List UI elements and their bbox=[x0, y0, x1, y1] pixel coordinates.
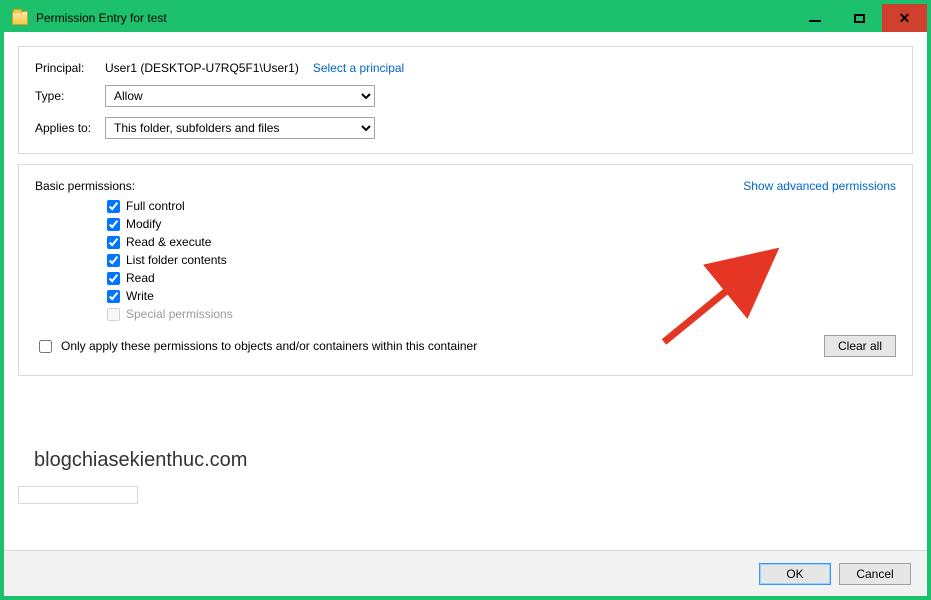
dialog-footer: OK Cancel bbox=[4, 550, 927, 596]
type-label: Type: bbox=[35, 89, 105, 103]
titlebar[interactable]: Permission Entry for test ✕ bbox=[4, 4, 927, 32]
permission-item[interactable]: List folder contents bbox=[107, 253, 896, 267]
permission-checkbox[interactable] bbox=[107, 236, 120, 249]
permission-checkbox[interactable] bbox=[107, 200, 120, 213]
applies-to-combo[interactable]: This folder, subfolders and files bbox=[105, 117, 375, 139]
window-title: Permission Entry for test bbox=[36, 11, 792, 25]
close-button[interactable]: ✕ bbox=[882, 4, 927, 32]
type-combo[interactable]: Allow bbox=[105, 85, 375, 107]
permission-item[interactable]: Write bbox=[107, 289, 896, 303]
permission-item[interactable]: Read & execute bbox=[107, 235, 896, 249]
permission-item[interactable]: Full control bbox=[107, 199, 896, 213]
permission-label: Full control bbox=[126, 199, 185, 213]
principal-panel: Principal: User1 (DESKTOP-U7RQ5F1\User1)… bbox=[18, 46, 913, 154]
minimize-button[interactable] bbox=[792, 4, 837, 32]
watermark-text: blogchiasekienthuc.com bbox=[34, 449, 247, 472]
window-controls: ✕ bbox=[792, 4, 927, 32]
permission-checkbox bbox=[107, 308, 120, 321]
permission-checkbox[interactable] bbox=[107, 218, 120, 231]
permission-entry-window: Permission Entry for test ✕ Principal: U… bbox=[0, 0, 931, 600]
permission-checkbox[interactable] bbox=[107, 290, 120, 303]
client-area: Principal: User1 (DESKTOP-U7RQ5F1\User1)… bbox=[4, 32, 927, 550]
folder-icon bbox=[12, 11, 28, 25]
principal-label: Principal: bbox=[35, 61, 105, 75]
permissions-list: Full control Modify Read & execute List fol… bbox=[107, 199, 896, 321]
only-apply-checkbox[interactable] bbox=[39, 340, 52, 353]
show-advanced-permissions-link[interactable]: Show advanced permissions bbox=[743, 179, 896, 193]
permission-label: List folder contents bbox=[126, 253, 227, 267]
clear-all-button[interactable]: Clear all bbox=[824, 335, 896, 357]
only-apply-label: Only apply these permissions to objects … bbox=[61, 339, 477, 353]
permission-label: Read bbox=[126, 271, 155, 285]
permission-label: Special permissions bbox=[126, 307, 233, 321]
ok-button[interactable]: OK bbox=[759, 563, 831, 585]
permission-checkbox[interactable] bbox=[107, 272, 120, 285]
permission-item[interactable]: Read bbox=[107, 271, 896, 285]
only-apply-checkbox-row[interactable]: Only apply these permissions to objects … bbox=[35, 337, 477, 356]
basic-permissions-header: Basic permissions: bbox=[35, 179, 135, 193]
permission-item: Special permissions bbox=[107, 307, 896, 321]
permission-label: Modify bbox=[126, 217, 161, 231]
status-bar-stub bbox=[18, 486, 138, 504]
permission-label: Read & execute bbox=[126, 235, 211, 249]
permission-item[interactable]: Modify bbox=[107, 217, 896, 231]
maximize-button[interactable] bbox=[837, 4, 882, 32]
select-principal-link[interactable]: Select a principal bbox=[313, 61, 404, 75]
permission-checkbox[interactable] bbox=[107, 254, 120, 267]
permission-label: Write bbox=[126, 289, 154, 303]
basic-permissions-panel: Basic permissions: Show advanced permiss… bbox=[18, 164, 913, 376]
cancel-button[interactable]: Cancel bbox=[839, 563, 911, 585]
applies-to-label: Applies to: bbox=[35, 121, 105, 135]
principal-value: User1 (DESKTOP-U7RQ5F1\User1) bbox=[105, 61, 299, 75]
